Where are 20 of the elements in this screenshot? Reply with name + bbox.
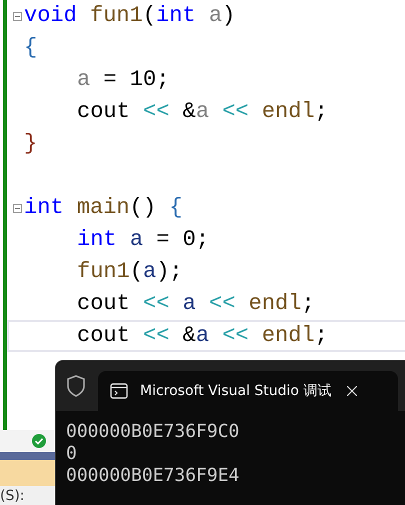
- code-line: cout << a << endl;: [76, 290, 315, 318]
- shield-icon[interactable]: [66, 375, 86, 397]
- field-label: (S):: [0, 488, 25, 504]
- code-line: fun1(a);: [76, 258, 183, 286]
- code-line: int a = 0;: [76, 226, 210, 254]
- console-output-line: 0: [66, 443, 77, 465]
- terminal-icon: [110, 383, 128, 399]
- collapse-icon[interactable]: [13, 12, 22, 20]
- check-icon: [32, 434, 46, 448]
- code-line: {: [24, 34, 38, 62]
- tab-title: Microsoft Visual Studio 调试: [140, 382, 332, 401]
- collapse-icon[interactable]: [13, 204, 22, 212]
- code-line: int main() {: [24, 194, 182, 222]
- console-tab[interactable]: Microsoft Visual Studio 调试: [98, 371, 398, 411]
- code-line: cout << &a << endl;: [76, 98, 328, 126]
- code-line: a = 10;: [76, 66, 170, 94]
- code-line: cout << &a << endl;: [76, 322, 328, 350]
- code-line: void fun1(int a): [24, 2, 236, 30]
- console-output-line: 000000B0E736F9E4: [66, 465, 240, 487]
- code-line: }: [24, 130, 38, 158]
